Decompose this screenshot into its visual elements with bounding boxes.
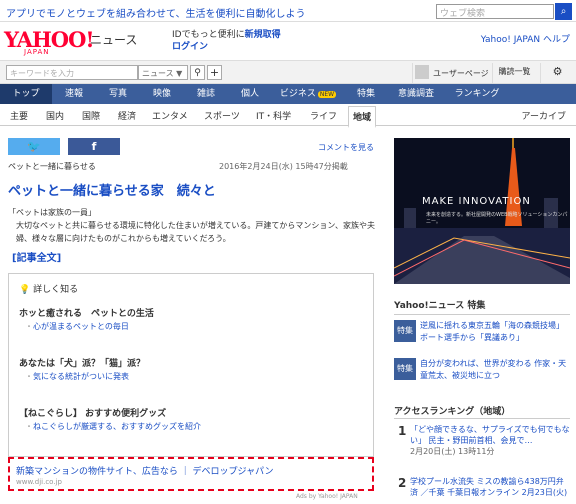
- banner-title: MAKE INNOVATION: [422, 196, 531, 207]
- id-signup-link[interactable]: 新規取得: [245, 30, 281, 40]
- twitter-icon[interactable]: 🐦: [8, 138, 60, 155]
- tab-feature[interactable]: 特集: [344, 84, 388, 104]
- related-box: 💡 詳しく知る ホッと癒される ペットとの生活 心が温まるペットとの毎日 あなた…: [8, 273, 374, 457]
- archive-link[interactable]: アーカイブ: [522, 109, 566, 122]
- subnav-international[interactable]: 国際: [82, 109, 100, 122]
- ranking-meta: 2月20日(土) 13時11分: [410, 447, 495, 456]
- ad-box[interactable]: 新築マンションの物件サイト、広告なら ｜ デベロップジャパン www.dji.c…: [8, 457, 374, 491]
- feature-link[interactable]: 逆風に揺れる東京五輪「海の森競技場」ボート選手から「異議あり」: [420, 320, 570, 344]
- lightbulb-icon: 💡: [19, 285, 31, 295]
- tab-breaking[interactable]: 速報: [52, 84, 96, 104]
- facebook-icon[interactable]: f: [68, 138, 120, 155]
- article-quote: 「ペットは家族の一員」: [8, 208, 96, 217]
- subnav-region[interactable]: 地域: [348, 106, 377, 128]
- header: YAHOO! JAPAN ニュース IDでもっと便利に新規取得 ログイン Yah…: [0, 22, 576, 60]
- article-body: 大切なペットと共に暮らせる環境に特化した住まいが増えている。戸建てからマンション…: [16, 221, 375, 243]
- magnifier-icon[interactable]: ⚲: [190, 65, 205, 80]
- banner-tagline: 未来を創造する。新社屋開発のWEB戦略ソリューションカンパニー。: [426, 212, 568, 225]
- subnav-life[interactable]: ライフ: [310, 109, 337, 122]
- feature-thumb[interactable]: 特集: [394, 358, 416, 380]
- promo-link[interactable]: アプリでモノとウェブを組み合わせて、生活を便利に自動化しよう: [6, 5, 306, 20]
- ranking-title: アクセスランキング（地域）: [394, 407, 511, 417]
- web-search-input[interactable]: ウェブ検索: [436, 4, 554, 19]
- gear-icon[interactable]: ⚙: [540, 63, 574, 83]
- tab-business-label: ビジネス: [279, 89, 316, 99]
- full-text-link[interactable]: [記事全文]: [12, 249, 61, 264]
- banner-ad[interactable]: MAKE INNOVATION 未来を創造する。新社屋開発のWEB戦略ソリューシ…: [394, 138, 570, 284]
- related-link[interactable]: 心が温まるペットとの毎日: [25, 321, 129, 332]
- tab-business[interactable]: ビジネス NEW: [272, 84, 344, 104]
- related-header: 💡 詳しく知る: [19, 282, 78, 295]
- keyword-input[interactable]: キーワードを入力: [6, 65, 138, 80]
- tab-individual[interactable]: 個人: [228, 84, 272, 104]
- tab-magazine[interactable]: 雑誌: [184, 84, 228, 104]
- search-bar: キーワードを入力 ニュース ▼ ⚲ + ユーザーページ 購読一覧 ⚙: [0, 60, 576, 84]
- subnav-entertainment[interactable]: エンタメ: [152, 109, 188, 122]
- tab-video[interactable]: 映像: [140, 84, 184, 104]
- ad-title[interactable]: 新築マンションの物件サイト、広告なら ｜ デベロップジャパン: [16, 464, 274, 477]
- new-badge: NEW: [317, 91, 337, 98]
- sub-nav: 主要 国内 国際 経済 エンタメ スポーツ IT・科学 ライフ 地域 アーカイブ: [0, 104, 576, 128]
- article-headline[interactable]: ペットと一緒に暮らせる家 続々と: [8, 180, 216, 199]
- avatar: [415, 65, 429, 79]
- related-title: 【ねこぐらし】 おすすめ便利グッズ: [19, 409, 167, 419]
- add-icon[interactable]: +: [207, 65, 222, 80]
- tab-top[interactable]: トップ: [0, 84, 52, 104]
- top-strip: アプリでモノとウェブを組み合わせて、生活を便利に自動化しよう ウェブ検索 ⌕: [0, 0, 576, 22]
- feature-link[interactable]: 自分が変われば、世界が変わる 作家・天童荒太、被災地に立つ: [420, 358, 570, 382]
- subnav-sports[interactable]: スポーツ: [204, 109, 240, 122]
- related-header-label: 詳しく知る: [33, 285, 79, 295]
- related-link[interactable]: 気になる統計がついに発表: [25, 371, 129, 382]
- related-title: ホッと癒される ペットとの生活: [19, 309, 154, 319]
- tab-survey[interactable]: 意識調査: [388, 84, 444, 104]
- ranking-item[interactable]: 「どや顔できるな、サプライズでも何でもない」 民主・野田前首相、会見で… 2月20…: [410, 424, 570, 457]
- category-select[interactable]: ニュース ▼: [138, 65, 188, 80]
- yahoo-links[interactable]: Yahoo! JAPAN ヘルプ: [481, 32, 570, 45]
- login-link[interactable]: ログイン: [172, 39, 208, 52]
- ranking-item[interactable]: 学校プール水流失 ミスの教諭ら438万円弁済 ／千葉 千葉日報オンライン 2月2…: [410, 476, 570, 498]
- search-icon[interactable]: ⌕: [555, 3, 572, 20]
- related-title: あなたは「犬」派？「猫」派？: [19, 359, 146, 369]
- article-source: ペットと一緒に暮らせる: [8, 162, 96, 171]
- feature-thumb[interactable]: 特集: [394, 320, 416, 342]
- subnav-it-science[interactable]: IT・科学: [256, 109, 291, 122]
- main-nav: トップ 速報 写真 映像 雑誌 個人 ビジネス NEW 特集 意識調査 ランキング: [0, 84, 576, 104]
- logo-sub: JAPAN: [24, 48, 50, 56]
- subnav-domestic[interactable]: 国内: [46, 109, 64, 122]
- ad-url: www.dji.co.jp: [16, 478, 62, 486]
- divider: [394, 418, 570, 419]
- subnav-economy[interactable]: 経済: [118, 109, 136, 122]
- related-link[interactable]: ねこぐらしが厳選する、おすすめグッズを紹介: [25, 421, 201, 432]
- user-page-button[interactable]: ユーザーページ: [412, 63, 490, 83]
- user-page-label: ユーザーページ: [433, 69, 489, 78]
- subnav-main[interactable]: 主要: [10, 109, 28, 122]
- tab-photo[interactable]: 写真: [96, 84, 140, 104]
- ads-by-label: Ads by Yahoo! JAPAN: [296, 493, 358, 500]
- rank-number: 2: [398, 476, 407, 490]
- divider: [394, 314, 570, 315]
- tab-ranking[interactable]: ランキング: [444, 84, 510, 104]
- ranking-link[interactable]: 学校プール水流失 ミスの教諭ら438万円弁済 ／千葉 千葉日報オンライン 2月2…: [410, 477, 567, 497]
- feature-title: Yahoo!ニュース 特集: [394, 301, 486, 311]
- article-date: 2016年2月24日(水) 15時47分掲載: [219, 162, 348, 171]
- ranking-link[interactable]: 「どや顔できるな、サプライズでも何でもない」 民主・野田前首相、会見で…: [410, 425, 570, 445]
- subscribe-button[interactable]: 購読一覧: [492, 63, 536, 83]
- comment-link[interactable]: コメントを見る: [318, 142, 374, 153]
- news-title[interactable]: ニュース: [90, 31, 137, 48]
- rank-number: 1: [398, 424, 407, 438]
